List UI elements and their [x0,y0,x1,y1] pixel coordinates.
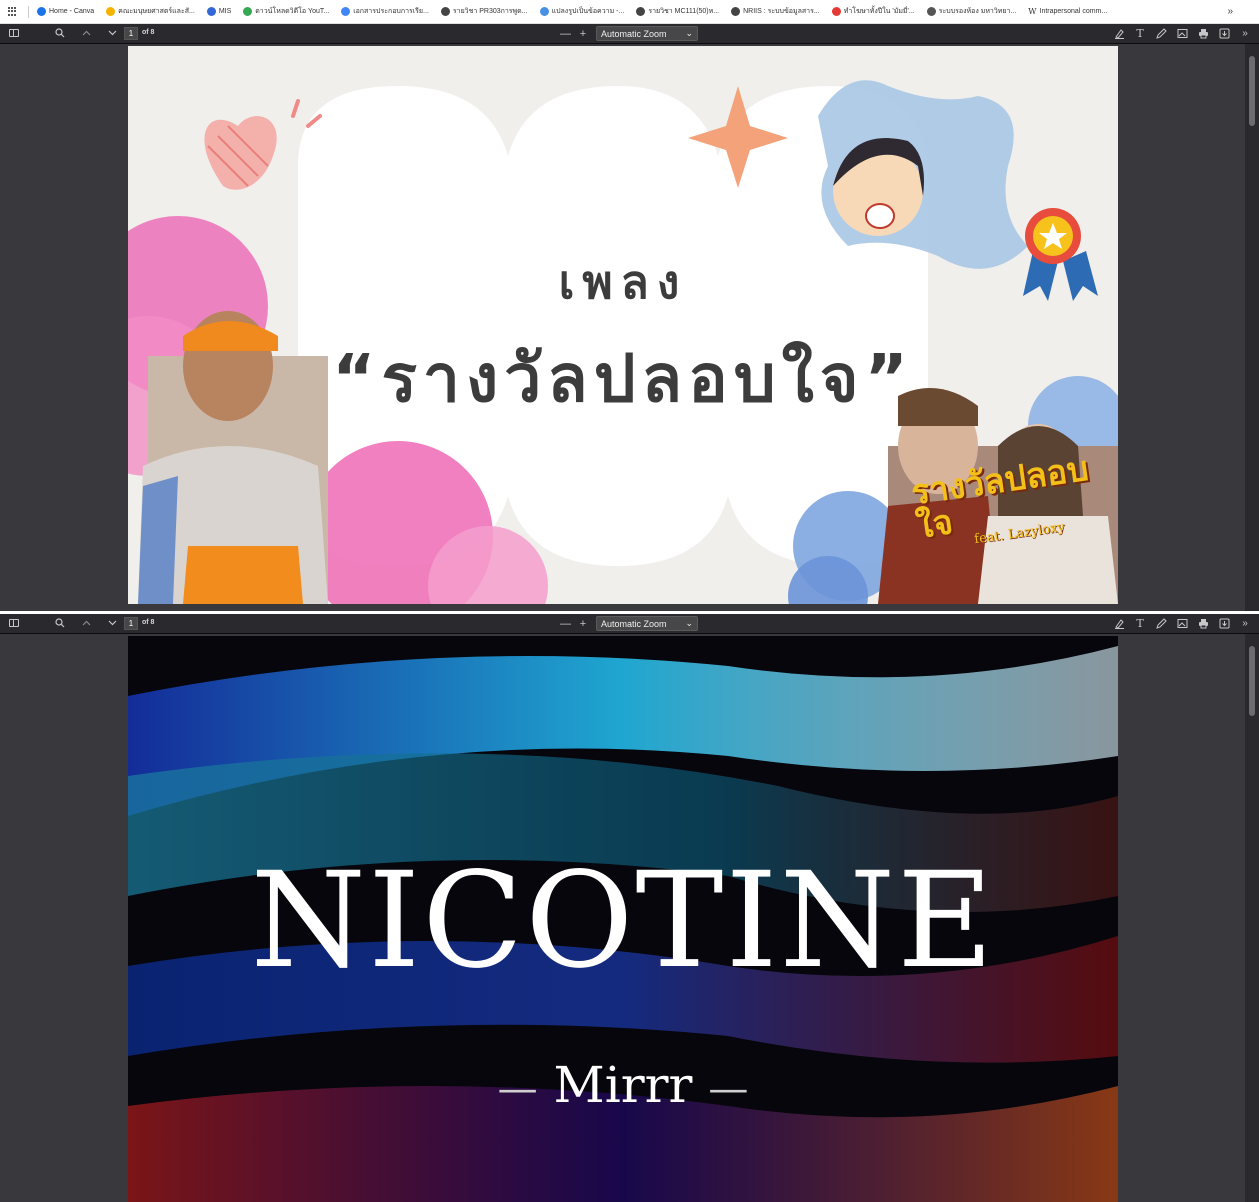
bookmarks-separator [28,5,29,18]
zoom-select-label: Automatic Zoom [601,28,667,39]
zoom-select[interactable]: Automatic Zoom ⌄ [596,616,698,631]
bookmark-favicon-icon [831,7,841,16]
page-number-input[interactable]: 1 [124,617,138,630]
bookmark-item[interactable]: W Intrapersonal comm... [1028,7,1107,16]
image-icon[interactable] [1176,27,1188,39]
artist-name: Mirrr [553,1056,693,1114]
search-icon[interactable] [54,617,66,629]
image-icon[interactable] [1176,617,1188,629]
print-icon[interactable] [1197,617,1209,629]
bookmark-label: MIS [218,8,232,15]
previous-page-icon[interactable] [80,27,92,39]
zoom-out-button[interactable]: — [560,28,571,40]
slide-1-song-title: “รางวัลปลอบใจ” [332,340,914,417]
bookmark-favicon-icon [440,7,450,16]
bookmark-label: คณะมนุษยศาสตร์และสั... [118,8,195,15]
search-icon[interactable] [54,27,66,39]
bookmark-label: NRIIS : ระบบข้อมูลสาร... [743,8,820,15]
bookmark-label: ระบบรองห้อง มหาวิทยา... [938,8,1017,15]
scrollbar-thumb[interactable] [1249,646,1255,716]
pdf-viewer-pane-1: 1 of 8 — + Automatic Zoom ⌄ T » เพลง “รา… [0,24,1259,611]
bookmark-favicon-icon [539,7,549,16]
save-icon[interactable] [1218,27,1230,39]
bookmark-label: Intrapersonal comm... [1039,8,1108,15]
draw-icon[interactable] [1155,27,1167,39]
zoom-out-button[interactable]: — [560,618,571,630]
chevron-down-icon: ⌄ [685,28,693,38]
slide-1: เพลง “รางวัลปลอบใจ” รางวัลปลอบใจ feat. L… [128,46,1118,604]
bookmark-item[interactable]: ดาวน์โหลดวิดีโอ YouT... [243,6,329,17]
bookmark-favicon-icon [341,7,351,16]
zoom-select[interactable]: Automatic Zoom ⌄ [596,26,698,41]
text-tool-icon[interactable]: T [1134,27,1146,40]
bookmark-favicon-icon [106,7,116,16]
chevron-down-icon: ⌄ [685,618,693,628]
highlight-icon[interactable] [1113,617,1125,629]
bookmark-item[interactable]: แปลงรูปเป็นข้อความ -... [539,6,625,17]
bookmark-item[interactable]: เอกสารประกอบการเรีย... [341,6,429,17]
more-tools-icon[interactable]: » [1239,617,1251,629]
bookmark-favicon-icon [636,7,646,16]
slide-2: NICOTINE — Mirrr — [128,636,1118,1202]
text-tool-icon[interactable]: T [1134,617,1146,630]
bookmark-label: รายวิชา PR303การพูด... [452,8,528,15]
slide-1-heading: เพลง [558,255,688,309]
bookmark-item[interactable]: ระบบรองห้อง มหาวิทยา... [926,6,1017,17]
bookmark-label: Home - Canva [49,8,95,15]
bookmark-label: ทำโฆษาทั้งปีใน 'มัมมี่'... [843,8,915,15]
bookmarks-overflow-icon[interactable]: » [1227,6,1233,17]
bookmark-item[interactable]: ทำโฆษาทั้งปีใน 'มัมมี่'... [831,6,915,17]
page-number-input[interactable]: 1 [124,27,138,40]
page-count-label: of 8 [142,619,155,626]
artist-dash-right: — [708,1066,749,1112]
print-icon[interactable] [1197,27,1209,39]
bookmarks-bar: Home - Canva คณะมนุษยศาสตร์และสั... MIS ดาว… [0,0,1259,24]
draw-icon[interactable] [1155,617,1167,629]
bookmark-favicon-icon [243,7,253,16]
bookmark-favicon-icon [926,7,936,16]
artist-dash-left: — [497,1066,538,1112]
pdf-viewer-pane-2: 1 of 8 — + Automatic Zoom ⌄ T » NICOTINE… [0,614,1259,1202]
scrollbar[interactable] [1245,634,1259,1202]
bookmark-item[interactable]: Home - Canva [37,7,94,16]
pdf-toolbar: 1 of 8 — + Automatic Zoom ⌄ T » [0,24,1259,44]
bookmark-favicon-icon [731,7,741,16]
bookmark-item[interactable]: NRIIS : ระบบข้อมูลสาร... [731,6,820,17]
more-tools-icon[interactable]: » [1239,27,1251,39]
zoom-in-button[interactable]: + [578,618,588,630]
next-page-icon[interactable] [106,27,118,39]
bookmarks-list: Home - Canva คณะมนุษยศาสตร์และสั... MIS ดาว… [37,6,1119,17]
bookmark-label: รายวิชา MC111(50)ห... [648,8,720,15]
bookmark-item[interactable]: รายวิชา PR303การพูด... [440,6,528,17]
sidebar-toggle-icon[interactable] [8,27,20,39]
highlight-icon[interactable] [1113,27,1125,39]
scrollbar[interactable] [1245,44,1259,611]
bookmark-item[interactable]: คณะมนุษยศาสตร์และสั... [106,6,195,17]
bookmark-label: แปลงรูปเป็นข้อความ -... [551,8,625,15]
slide-2-song-title: NICOTINE [250,844,996,998]
scrollbar-thumb[interactable] [1249,56,1255,126]
page-count-label: of 8 [142,29,155,36]
bookmark-favicon-icon [37,7,46,16]
bookmark-favicon-icon [206,7,216,16]
zoom-select-label: Automatic Zoom [601,618,667,629]
next-page-icon[interactable] [106,617,118,629]
bookmark-favicon-icon: W [1028,7,1037,16]
slide-2-artist: — Mirrr — [128,1056,1118,1114]
bookmark-item[interactable]: MIS [206,7,232,16]
zoom-in-button[interactable]: + [578,28,588,40]
bookmark-label: ดาวน์โหลดวิดีโอ YouT... [255,8,330,15]
apps-grid-icon[interactable] [8,6,18,17]
pdf-toolbar: 1 of 8 — + Automatic Zoom ⌄ T » [0,614,1259,634]
bookmark-label: เอกสารประกอบการเรีย... [353,8,429,15]
bookmark-item[interactable]: รายวิชา MC111(50)ห... [636,6,719,17]
save-icon[interactable] [1218,617,1230,629]
sidebar-toggle-icon[interactable] [8,617,20,629]
previous-page-icon[interactable] [80,617,92,629]
